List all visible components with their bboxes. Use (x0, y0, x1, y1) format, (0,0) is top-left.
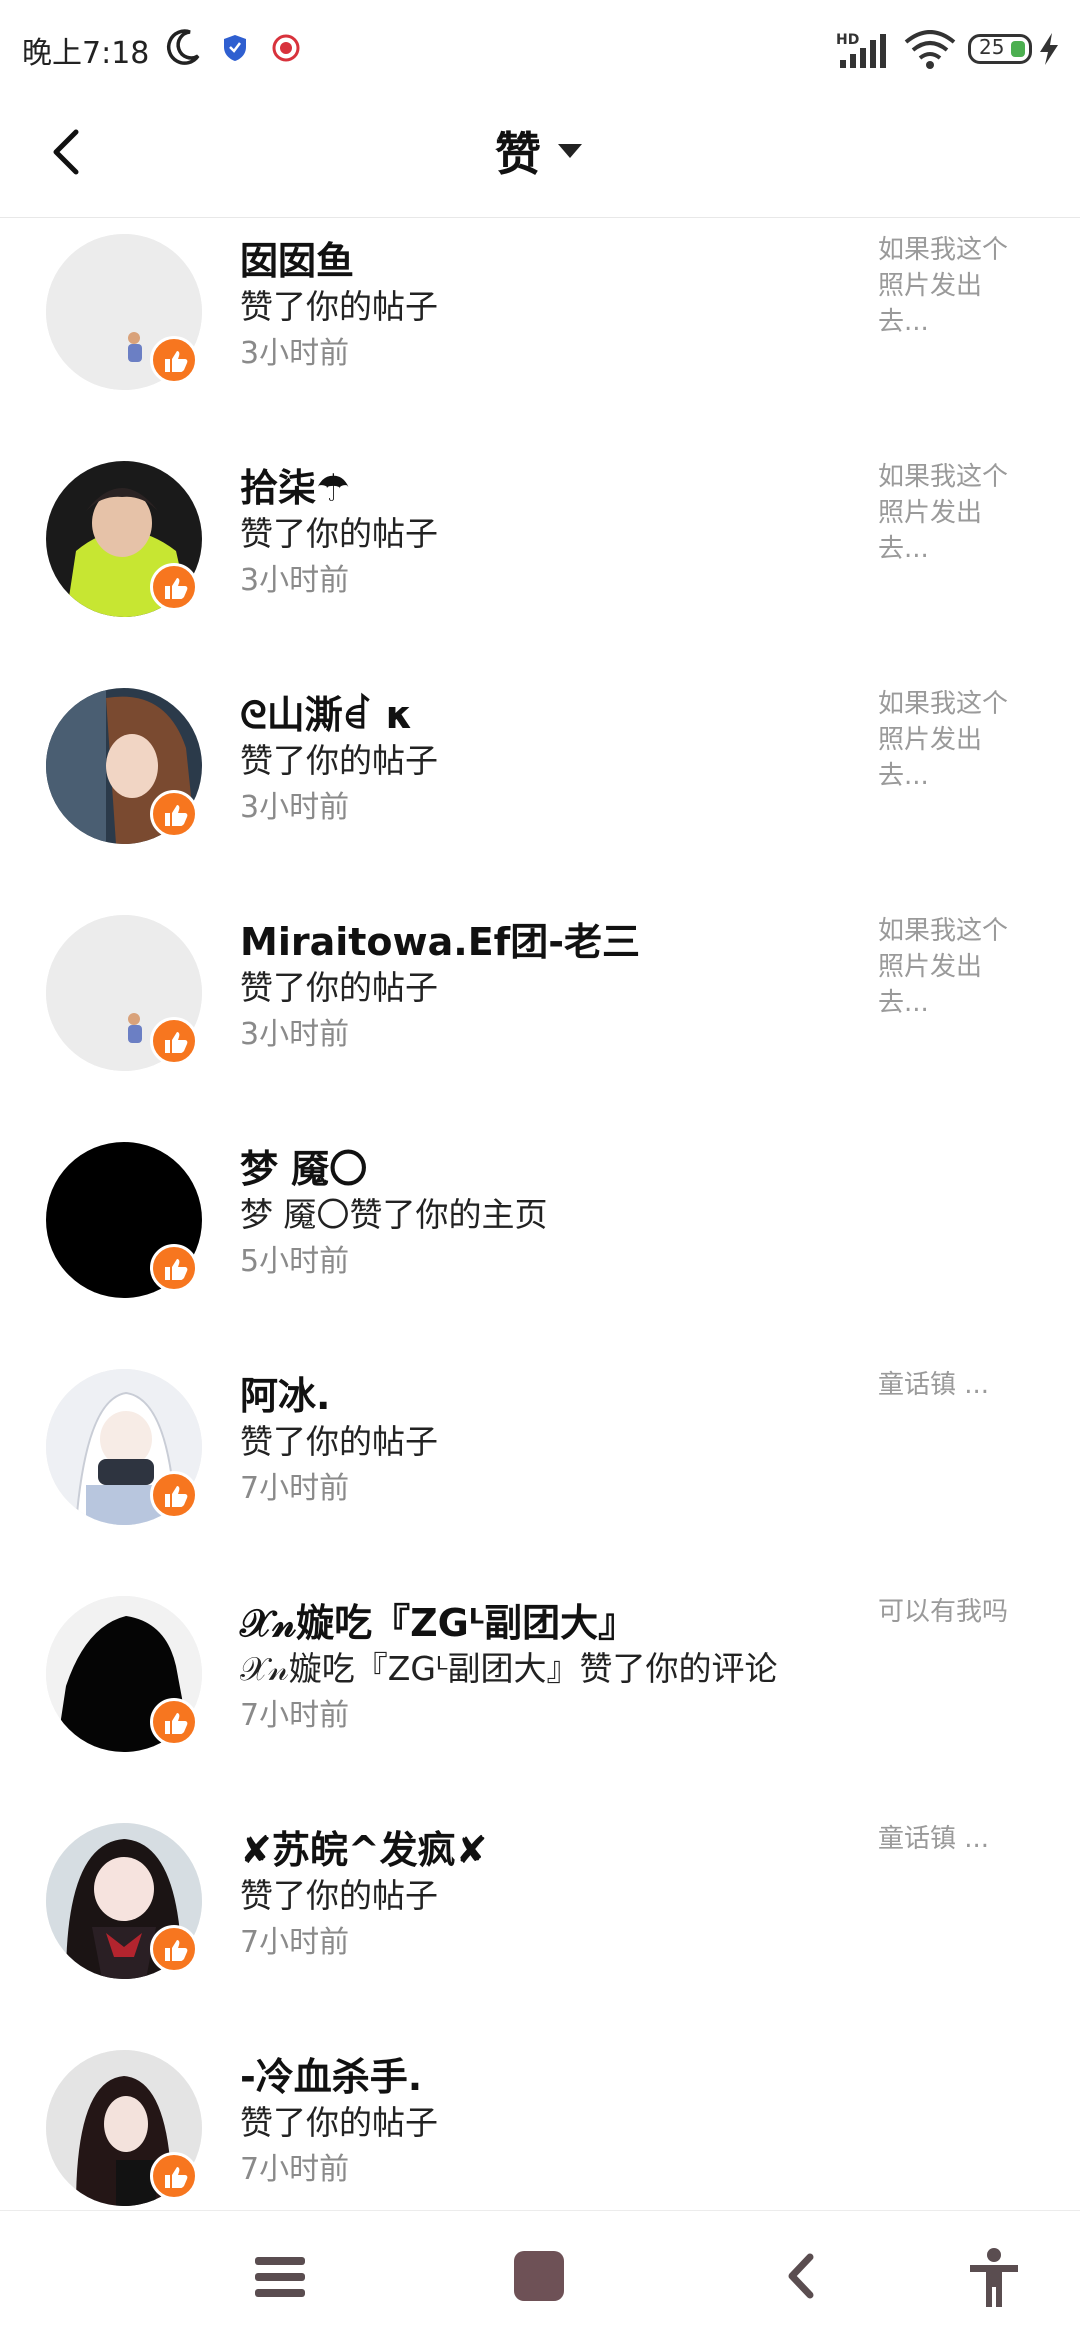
like-badge (150, 1017, 198, 1065)
post-preview[interactable]: 如果我这个照片发出去... (878, 686, 1028, 794)
timestamp: 5小时前 (240, 1244, 350, 1279)
home-icon[interactable] (514, 2251, 564, 2301)
back-icon[interactable] (784, 2251, 816, 2301)
action-text: 赞了你的帖子 (240, 514, 438, 553)
app-badge-icon (272, 34, 300, 62)
user-name[interactable]: 拾柒☂ (240, 457, 350, 512)
notification-item[interactable]: 囡囡鱼 赞了你的帖子 3小时前 如果我这个照片发出去... (0, 218, 1080, 444)
post-preview[interactable]: 童话镇 ... (878, 1367, 1028, 1403)
timestamp: 3小时前 (240, 1017, 350, 1052)
battery-icon: 25 (968, 34, 1032, 64)
thumbs-up-icon (165, 1940, 188, 1961)
user-name[interactable]: ᘓ山澌ꀸ κ (240, 684, 413, 739)
charging-icon (1040, 33, 1058, 65)
thumbs-up-icon (165, 1032, 188, 1053)
system-nav-bar (0, 2210, 1080, 2340)
action-text: 𝒳𝓃嫙吃『ZGᴸ副团大』赞了你的评论 (240, 1649, 778, 1688)
notification-item[interactable]: 拾柒☂ 赞了你的帖子 3小时前 如果我这个照片发出去... (0, 445, 1080, 671)
thumbs-up-icon (165, 1486, 188, 1507)
like-badge (150, 1471, 198, 1519)
notification-item[interactable]: ᘓ山澌ꀸ κ 赞了你的帖子 3小时前 如果我这个照片发出去... (0, 672, 1080, 898)
status-time: 晚上7:18 (22, 36, 150, 71)
battery-level: 25 (979, 35, 1005, 59)
wifi-icon (904, 30, 956, 69)
action-text: 赞了你的帖子 (240, 2103, 438, 2142)
thumbs-up-icon (165, 805, 188, 826)
post-preview[interactable]: 童话镇 ... (878, 1821, 1028, 1857)
action-text: 梦 魇〇赞了你的主页 (240, 1195, 548, 1234)
user-name[interactable]: -冷血杀手. (240, 2046, 422, 2101)
shield-icon (224, 35, 246, 61)
top-bar: 赞 (0, 100, 1080, 218)
timestamp: 3小时前 (240, 790, 350, 825)
thumbs-up-icon (165, 1713, 188, 1734)
action-text: 赞了你的帖子 (240, 287, 438, 326)
caret-down-icon[interactable] (556, 142, 584, 160)
accessibility-icon[interactable] (968, 2247, 1020, 2309)
user-name[interactable]: Miraitowa.Ef团-老三 (240, 911, 640, 966)
user-name[interactable]: 梦 魇〇 (240, 1138, 367, 1193)
timestamp: 3小时前 (240, 336, 350, 371)
thumbs-up-icon (165, 1259, 188, 1280)
post-preview[interactable]: 如果我这个照片发出去... (878, 459, 1028, 567)
network-label: HD (836, 32, 859, 48)
thumbs-up-icon (165, 2167, 188, 2188)
notification-item[interactable]: ✘苏皖^发疯✘ 赞了你的帖子 7小时前 童话镇 ... (0, 1807, 1080, 2033)
thumbs-up-icon (165, 578, 188, 599)
like-badge (150, 790, 198, 838)
action-text: 赞了你的帖子 (240, 1876, 438, 1915)
post-preview[interactable]: 如果我这个照片发出去... (878, 913, 1028, 1021)
post-preview[interactable]: 可以有我吗 (878, 1594, 1028, 1630)
timestamp: 3小时前 (240, 563, 350, 598)
user-name[interactable]: ✘苏皖^发疯✘ (240, 1819, 488, 1874)
signal-icon: HD (836, 32, 886, 68)
post-preview[interactable]: 如果我这个照片发出去... (878, 232, 1028, 340)
action-text: 赞了你的帖子 (240, 968, 438, 1007)
notification-item[interactable]: 梦 魇〇梦 魇〇赞了你的主页 5小时前 (0, 1126, 1080, 1352)
thumbs-up-icon (165, 351, 188, 372)
notification-item[interactable]: 𝒳𝓃嫙吃『ZGᴸ副团大』 𝒳𝓃嫙吃『ZGᴸ副团大』赞了你的评论 7小时前 可以有我吗 (0, 1580, 1080, 1806)
timestamp: 7小时前 (240, 1925, 350, 1960)
like-badge (150, 336, 198, 384)
user-name[interactable]: 𝒳𝓃嫙吃『ZGᴸ副团大』 (240, 1592, 636, 1647)
user-name[interactable]: 阿冰. (240, 1365, 330, 1420)
action-text: 赞了你的帖子 (240, 1422, 438, 1461)
like-badge (150, 1244, 198, 1292)
status-bar: 晚上7:18 HD 25 (0, 0, 1080, 100)
moon-icon (167, 29, 200, 65)
page-title[interactable]: 赞 (495, 118, 541, 184)
notification-item[interactable]: Miraitowa.Ef团-老三 赞了你的帖子 3小时前 如果我这个照片发出去... (0, 899, 1080, 1125)
timestamp: 7小时前 (240, 1698, 350, 1733)
battery-fill (1011, 41, 1025, 57)
timestamp: 7小时前 (240, 2152, 350, 2187)
back-arrow-icon[interactable] (44, 124, 92, 180)
timestamp: 7小时前 (240, 1471, 350, 1506)
like-badge (150, 1925, 198, 1973)
user-name[interactable]: 囡囡鱼 (240, 230, 354, 285)
notification-item[interactable]: 阿冰. 赞了你的帖子 7小时前 童话镇 ... (0, 1353, 1080, 1579)
like-badge (150, 2152, 198, 2200)
like-badge (150, 1698, 198, 1746)
action-text: 赞了你的帖子 (240, 741, 438, 780)
menu-icon[interactable] (255, 2255, 305, 2299)
like-badge (150, 563, 198, 611)
